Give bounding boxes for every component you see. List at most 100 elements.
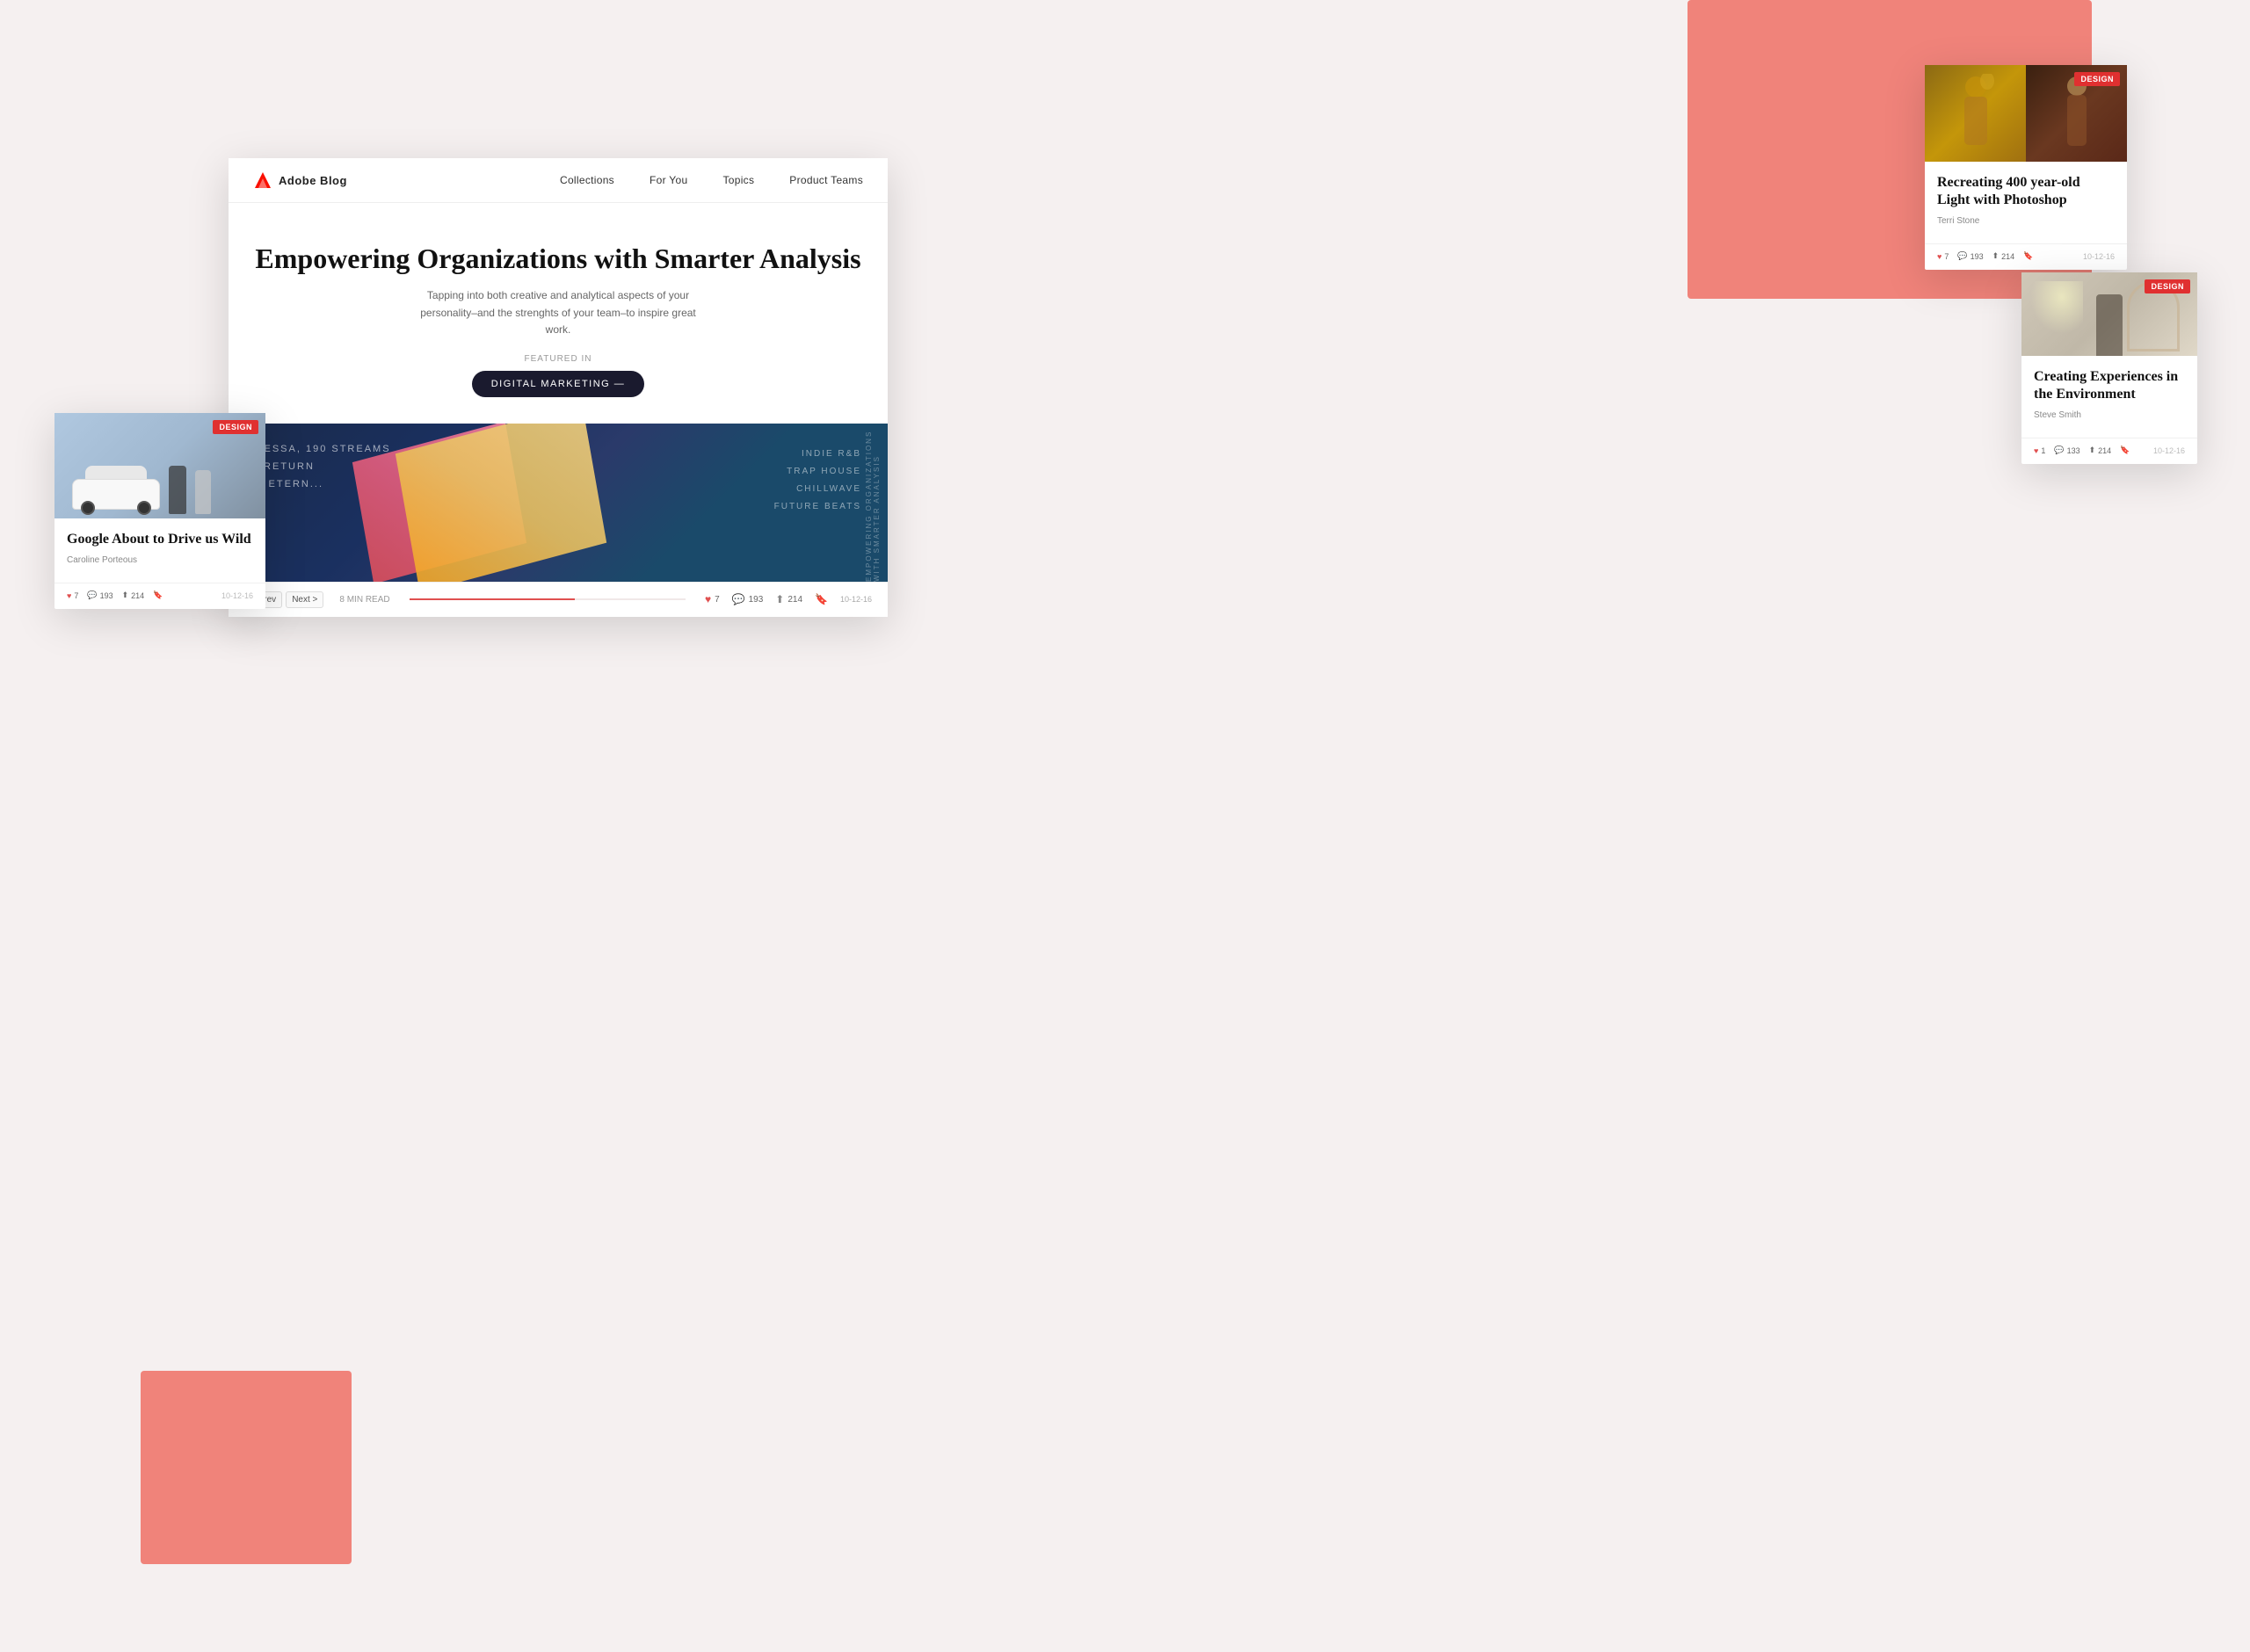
comment-count: 193	[749, 595, 764, 605]
article-body-google: Google About to Drive us Wild Caroline P…	[54, 518, 265, 583]
comment-count-photoshop: 193	[1971, 252, 1984, 261]
article-img-photoshop: DESIGN	[1925, 65, 2127, 162]
like-action-environment[interactable]: ♥ 1	[2034, 446, 2045, 455]
card-bottom-bar: < Prev Next > 8 MIN READ ♥ 7 💬 193 ⬆ 214…	[229, 582, 888, 617]
hero-image-strip: ODESSA, 190 streamsIN RETURNGR ETERN... …	[229, 424, 888, 582]
heart-icon: ♥	[705, 593, 711, 605]
person2-figure	[195, 470, 211, 514]
share-count-photoshop: 214	[2001, 252, 2014, 261]
article-author-google: Caroline Porteous	[67, 555, 253, 565]
article-date-environment: 10-12-16	[2153, 446, 2185, 455]
share-count: 214	[788, 595, 802, 605]
blog-logo: Adobe Blog	[253, 170, 347, 190]
heart-icon-google: ♥	[67, 591, 71, 600]
article-body-environment: Creating Experiences in the Environment …	[2021, 356, 2197, 438]
article-date-google: 10-12-16	[221, 591, 253, 600]
bookmark-icon-environment: 🔖	[2120, 446, 2130, 455]
blog-header: Adobe Blog Collections For You Topics Pr…	[229, 158, 888, 203]
design-badge-google: DESIGN	[213, 420, 258, 434]
comment-count-environment: 133	[2067, 446, 2080, 455]
like-count-photoshop: 7	[1944, 252, 1949, 261]
article-card-photoshop: DESIGN Recreating 400 year-old Light wit…	[1925, 65, 2127, 270]
bookmark-icon-google: 🔖	[153, 591, 163, 600]
article-title-environment: Creating Experiences in the Environment	[2034, 368, 2185, 403]
article-date: 10-12-16	[840, 595, 872, 604]
share-count-environment: 214	[2098, 446, 2111, 455]
bookmark-action[interactable]: 🔖	[815, 593, 828, 605]
comment-action-photoshop[interactable]: 💬 193	[1957, 251, 1983, 261]
share-action-google[interactable]: ⬆ 214	[122, 591, 145, 600]
nav-for-you[interactable]: For You	[650, 174, 687, 186]
car-wheel-front	[81, 501, 95, 515]
article-img-environment: DESIGN	[2021, 272, 2197, 356]
env-figure	[2096, 294, 2123, 356]
strip-text-left: ODESSA, 190 streamsIN RETURNGR ETERN...	[246, 441, 391, 493]
share-icon-google: ⬆	[122, 591, 129, 600]
google-car-illustration	[72, 466, 160, 510]
hero-subtitle: Tapping into both creative and analytica…	[409, 287, 708, 338]
article-footer-google: ♥ 7 💬 193 ⬆ 214 🔖 10-12-16	[54, 583, 265, 609]
decorative-pink-rect-bottom	[141, 1371, 352, 1564]
article-card-google: DESIGN Google About to Drive us Wild Car…	[54, 413, 265, 609]
adobe-logo-icon	[253, 170, 272, 190]
article-body-photoshop: Recreating 400 year-old Light with Photo…	[1925, 162, 2127, 243]
article-author-environment: Steve Smith	[2034, 410, 2185, 420]
bookmark-action-environment[interactable]: 🔖	[2120, 446, 2130, 455]
comment-icon-environment: 💬	[2054, 446, 2064, 455]
share-icon-photoshop: ⬆	[1992, 251, 2000, 261]
blog-logo-text: Adobe Blog	[279, 174, 347, 187]
bookmark-icon-photoshop: 🔖	[2023, 251, 2033, 261]
next-button[interactable]: Next >	[286, 591, 323, 608]
featured-badge[interactable]: DIGITAL MARKETING	[472, 371, 645, 397]
article-title-photoshop: Recreating 400 year-old Light with Photo…	[1937, 174, 2115, 209]
strip-vertical-text: EMPOWERING ORGANIZATIONS WITH SMARTER AN…	[865, 424, 881, 582]
share-icon: ⬆	[775, 593, 784, 605]
like-action[interactable]: ♥ 7	[705, 593, 720, 605]
progress-bar-fill	[410, 598, 576, 600]
share-count-google: 214	[131, 591, 144, 600]
article-author-photoshop: Terri Stone	[1937, 216, 2115, 226]
article-img-google: DESIGN	[54, 413, 265, 518]
strip-text-right: INDIE R&BTRAP HOUSECHILLWAVEFUTURE BEATS	[774, 446, 861, 516]
env-light	[2030, 281, 2083, 334]
share-action[interactable]: ⬆ 214	[775, 593, 802, 605]
progress-bar	[410, 598, 686, 600]
art-figure-left-icon	[1954, 74, 1998, 153]
bookmark-action-photoshop[interactable]: 🔖	[2023, 251, 2033, 261]
hero-title: Empowering Organizations with Smarter An…	[253, 242, 863, 275]
like-action-photoshop[interactable]: ♥ 7	[1937, 252, 1949, 261]
nav-product-teams[interactable]: Product Teams	[789, 174, 863, 186]
heart-icon-photoshop: ♥	[1937, 252, 1942, 261]
comment-icon-photoshop: 💬	[1957, 251, 1967, 261]
blog-nav: Collections For You Topics Product Teams	[560, 174, 863, 186]
read-time: 8 MIN READ	[339, 595, 389, 605]
like-count-environment: 1	[2041, 446, 2045, 455]
nav-topics[interactable]: Topics	[722, 174, 754, 186]
article-card-environment: DESIGN Creating Experiences in the Envir…	[2021, 272, 2197, 464]
bookmark-action-google[interactable]: 🔖	[153, 591, 163, 600]
art-img-left	[1925, 65, 2026, 162]
like-action-google[interactable]: ♥ 7	[67, 591, 78, 600]
main-blog-card: Adobe Blog Collections For You Topics Pr…	[229, 158, 888, 617]
bottom-actions: ♥ 7 💬 193 ⬆ 214 🔖 10-12-16	[705, 593, 872, 605]
article-title-google: Google About to Drive us Wild	[67, 531, 253, 548]
like-count-google: 7	[74, 591, 78, 600]
hero-section: Empowering Organizations with Smarter An…	[229, 203, 888, 424]
like-count: 7	[715, 595, 720, 605]
article-footer-environment: ♥ 1 💬 133 ⬆ 214 🔖 10-12-16	[2021, 438, 2197, 464]
strip-geometric-gold	[396, 424, 606, 582]
comment-action-google[interactable]: 💬 193	[87, 591, 112, 600]
share-icon-environment: ⬆	[2089, 446, 2096, 455]
share-action-photoshop[interactable]: ⬆ 214	[1992, 251, 2015, 261]
article-footer-photoshop: ♥ 7 💬 193 ⬆ 214 🔖 10-12-16	[1925, 243, 2127, 270]
comment-count-google: 193	[100, 591, 113, 600]
comment-action[interactable]: 💬 193	[732, 593, 764, 605]
bookmark-icon: 🔖	[815, 593, 828, 605]
nav-collections[interactable]: Collections	[560, 174, 614, 186]
article-date-photoshop: 10-12-16	[2083, 252, 2115, 261]
comment-icon-google: 💬	[87, 591, 97, 600]
comment-action-environment[interactable]: 💬 133	[2054, 446, 2079, 455]
share-action-environment[interactable]: ⬆ 214	[2089, 446, 2112, 455]
person1-figure	[169, 466, 186, 514]
car-wheel-rear	[137, 501, 151, 515]
